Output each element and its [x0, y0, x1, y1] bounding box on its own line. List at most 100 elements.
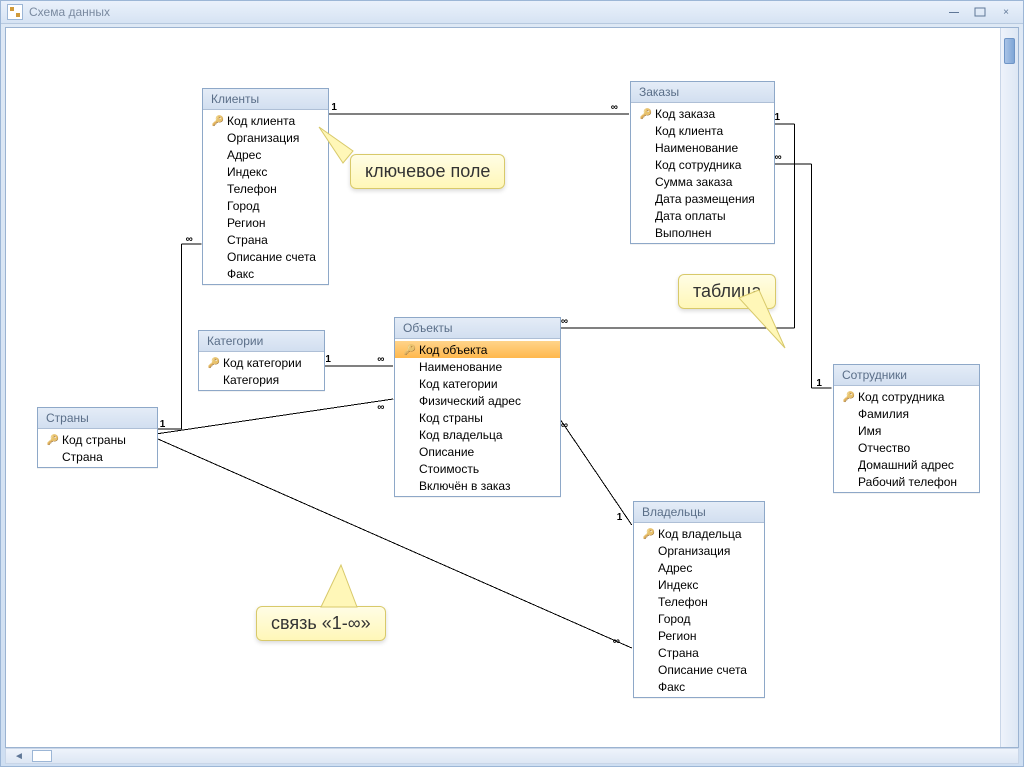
field-name: Факс — [656, 680, 685, 694]
field-row[interactable]: Имя — [834, 422, 979, 439]
field-row[interactable]: Страна — [203, 231, 328, 248]
restore-button[interactable] — [969, 5, 991, 19]
field-row[interactable]: Код страны — [38, 431, 157, 448]
field-name: Телефон — [225, 182, 277, 196]
field-row[interactable]: Код владельца — [634, 525, 764, 542]
entity-header[interactable]: Объекты — [395, 318, 560, 339]
field-name: Описание — [417, 445, 474, 459]
field-row[interactable]: Код объекта — [395, 341, 560, 358]
entity-categories[interactable]: Категории Код категории Категория — [198, 330, 325, 391]
field-row[interactable]: Рабочий телефон — [834, 473, 979, 490]
field-row[interactable]: Описание счета — [203, 248, 328, 265]
field-row[interactable]: Код заказа — [631, 105, 774, 122]
field-row[interactable]: Организация — [203, 129, 328, 146]
field-row[interactable]: Страна — [38, 448, 157, 465]
field-row[interactable]: Код страны — [395, 409, 560, 426]
close-button[interactable]: × — [995, 5, 1017, 19]
field-row[interactable]: Код клиента — [631, 122, 774, 139]
field-row[interactable]: Город — [203, 197, 328, 214]
field-name: Код владельца — [417, 428, 503, 442]
svg-text:1: 1 — [160, 419, 166, 430]
field-row[interactable]: Выполнен — [631, 224, 774, 241]
field-row[interactable]: Факс — [634, 678, 764, 695]
minimize-button[interactable] — [943, 5, 965, 19]
field-row[interactable]: Дата размещения — [631, 190, 774, 207]
scroll-left-icon[interactable]: ◄ — [10, 751, 28, 762]
field-row[interactable]: Телефон — [203, 180, 328, 197]
field-row[interactable]: Наименование — [631, 139, 774, 156]
field-row[interactable]: Включён в заказ — [395, 477, 560, 494]
entity-header[interactable]: Страны — [38, 408, 157, 429]
field-row[interactable]: Стоимость — [395, 460, 560, 477]
field-row[interactable]: Фамилия — [834, 405, 979, 422]
field-row[interactable]: Регион — [203, 214, 328, 231]
field-name: Сумма заказа — [653, 175, 732, 189]
callout-label: связь «1-∞» — [271, 613, 371, 633]
field-row[interactable]: Телефон — [634, 593, 764, 610]
entity-body: Код объектаНаименование Код категорииФизи… — [395, 339, 560, 496]
field-name: Код сотрудника — [653, 158, 741, 172]
field-name: Категория — [221, 373, 279, 387]
field-name: Фамилия — [856, 407, 909, 421]
entity-objects[interactable]: Объекты Код объектаНаименование Код катег… — [394, 317, 561, 497]
field-row[interactable]: Сумма заказа — [631, 173, 774, 190]
field-row[interactable]: Физический адрес — [395, 392, 560, 409]
field-row[interactable]: Описание — [395, 443, 560, 460]
entity-body: Код страны Страна — [38, 429, 157, 467]
field-name: Описание счета — [656, 663, 747, 677]
entity-header[interactable]: Категории — [199, 331, 324, 352]
field-row[interactable]: Код владельца — [395, 426, 560, 443]
entity-clients[interactable]: Клиенты Код клиента ОрганизацияАдресИндек… — [202, 88, 329, 285]
field-row[interactable]: Код категории — [199, 354, 324, 371]
scroll-minimap-icon — [32, 750, 52, 762]
field-name: Код категории — [417, 377, 498, 391]
field-name: Код объекта — [417, 343, 487, 357]
field-row[interactable]: Код клиента — [203, 112, 328, 129]
field-name: Код страны — [60, 433, 126, 447]
entity-employees[interactable]: Сотрудники Код сотрудника ФамилияИмяОтчес… — [833, 364, 980, 493]
field-name: Страна — [656, 646, 699, 660]
entity-orders[interactable]: Заказы Код заказаКод клиентаНаименование… — [630, 81, 775, 244]
scroll-thumb[interactable] — [1004, 38, 1015, 64]
field-row[interactable]: Код сотрудника — [631, 156, 774, 173]
field-row[interactable]: Факс — [203, 265, 328, 282]
field-name: Страна — [60, 450, 103, 464]
field-name: Код страны — [417, 411, 483, 425]
callout-table: таблица — [678, 274, 776, 309]
primary-key-icon — [403, 344, 417, 356]
horizontal-scrollbar[interactable]: ◄ — [5, 748, 1019, 764]
entity-countries[interactable]: Страны Код страны Страна — [37, 407, 158, 468]
field-row[interactable]: Страна — [634, 644, 764, 661]
field-row[interactable]: Адрес — [634, 559, 764, 576]
vertical-scrollbar[interactable] — [1000, 28, 1018, 747]
field-row[interactable]: Отчество — [834, 439, 979, 456]
svg-text:1: 1 — [325, 354, 331, 365]
field-row[interactable]: Наименование — [395, 358, 560, 375]
field-row[interactable]: Адрес — [203, 146, 328, 163]
entity-header[interactable]: Клиенты — [203, 89, 328, 110]
entity-header[interactable]: Владельцы — [634, 502, 764, 523]
field-row[interactable]: Категория — [199, 371, 324, 388]
field-name: Факс — [225, 267, 254, 281]
primary-key-icon — [46, 434, 60, 446]
field-row[interactable]: Код категории — [395, 375, 560, 392]
entity-header[interactable]: Заказы — [631, 82, 774, 103]
entity-owners[interactable]: Владельцы Код владельцаОрганизацияАдрес И… — [633, 501, 765, 698]
field-row[interactable]: Организация — [634, 542, 764, 559]
field-row[interactable]: Описание счета — [634, 661, 764, 678]
field-row[interactable]: Код сотрудника — [834, 388, 979, 405]
field-row[interactable]: Дата оплаты — [631, 207, 774, 224]
field-row[interactable]: Домашний адрес — [834, 456, 979, 473]
callout-key-field: ключевое поле — [350, 154, 505, 189]
primary-key-icon — [211, 115, 225, 127]
field-row[interactable]: Регион — [634, 627, 764, 644]
field-name: Индекс — [656, 578, 698, 592]
entity-header[interactable]: Сотрудники — [834, 365, 979, 386]
field-row[interactable]: Индекс — [203, 163, 328, 180]
field-name: Код сотрудника — [856, 390, 944, 404]
field-row[interactable]: Город — [634, 610, 764, 627]
diagram-canvas[interactable]: 1 ∞ 1 ∞ ∞ 1 1 ∞ — [6, 28, 1018, 747]
field-name: Телефон — [656, 595, 708, 609]
field-row[interactable]: Индекс — [634, 576, 764, 593]
field-name: Организация — [225, 131, 299, 145]
